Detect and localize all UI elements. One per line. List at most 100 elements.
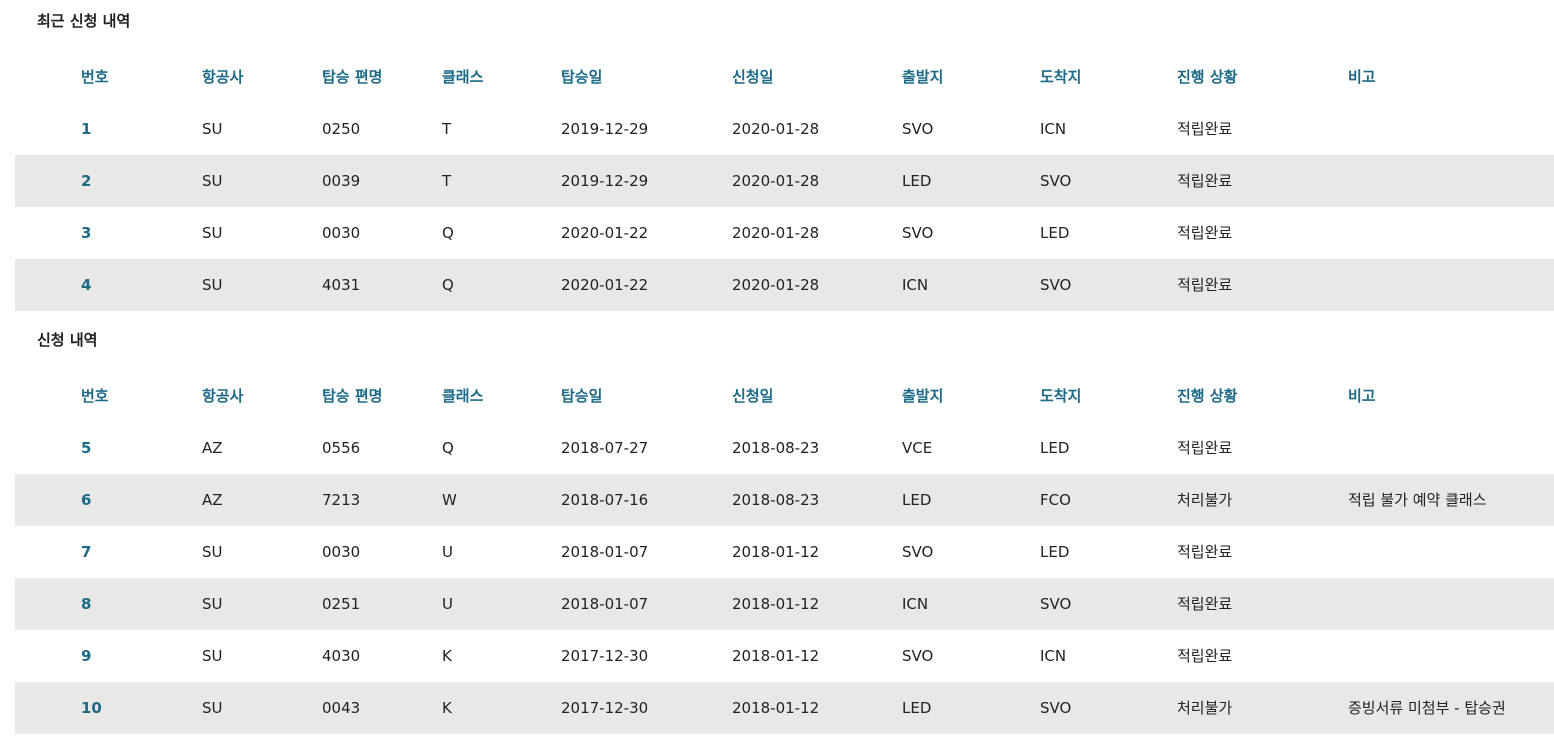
boarding-date-cell: 2017-12-30 bbox=[561, 699, 649, 717]
recent-section-title: 최근 신청 내역 bbox=[37, 12, 131, 30]
airline-cell: SU bbox=[202, 276, 223, 294]
origin-cell: ICN bbox=[902, 595, 929, 613]
request-date-cell: 2020-01-28 bbox=[732, 276, 820, 294]
flight-number-cell: 0250 bbox=[322, 120, 361, 138]
flight-number-cell: 0030 bbox=[322, 543, 361, 561]
destination-cell: SVO bbox=[1040, 172, 1072, 190]
booking-class-cell: Q bbox=[442, 224, 454, 242]
col-header-number: 번호 bbox=[81, 387, 109, 405]
airline-cell: AZ bbox=[202, 491, 223, 509]
flight-number-cell: 0030 bbox=[322, 224, 361, 242]
col-header-request-date: 신청일 bbox=[732, 68, 774, 86]
flight-number-cell: 0251 bbox=[322, 595, 361, 613]
status-cell: 적립완료 bbox=[1177, 543, 1233, 561]
booking-class-cell: U bbox=[442, 595, 453, 613]
table-row: 9 SU 4030 K 2017-12-30 2018-01-12 SVO ICN 적립완료 bbox=[15, 630, 1554, 682]
boarding-date-cell: 2019-12-29 bbox=[561, 120, 649, 138]
destination-cell: SVO bbox=[1040, 595, 1072, 613]
boarding-date-cell: 2018-07-27 bbox=[561, 439, 649, 457]
row-number[interactable]: 7 bbox=[81, 526, 91, 578]
boarding-date-cell: 2018-01-07 bbox=[561, 595, 649, 613]
col-header-airline: 항공사 bbox=[202, 387, 244, 405]
table-row: 10 SU 0043 K 2017-12-30 2018-01-12 LED SVO 처리불가 증… bbox=[15, 682, 1554, 734]
history-table: 번호 항공사 탑승 편명 클래스 탑승일 신청일 출발지 도착지 진행 상황 비… bbox=[15, 370, 1554, 734]
request-date-cell: 2018-08-23 bbox=[732, 439, 820, 457]
boarding-date-cell: 2020-01-22 bbox=[561, 224, 649, 242]
flight-number-cell: 0043 bbox=[322, 699, 361, 717]
status-cell: 처리불가 bbox=[1177, 491, 1233, 509]
recent-rows: 1 SU 0250 T 2019-12-29 2020-01-28 SVO ICN 적립완료 2 S… bbox=[15, 103, 1554, 311]
col-header-note: 비고 bbox=[1348, 387, 1376, 405]
booking-class-cell: Q bbox=[442, 276, 454, 294]
origin-cell: LED bbox=[902, 172, 932, 190]
row-number[interactable]: 10 bbox=[81, 682, 102, 734]
col-header-origin: 출발지 bbox=[902, 68, 944, 86]
booking-class-cell: U bbox=[442, 543, 453, 561]
airline-cell: SU bbox=[202, 699, 223, 717]
booking-class-cell: K bbox=[442, 647, 452, 665]
booking-class-cell: T bbox=[442, 120, 452, 138]
history-rows: 5 AZ 0556 Q 2018-07-27 2018-08-23 VCE LED 적립완료 6 A… bbox=[15, 422, 1554, 734]
status-cell: 적립완료 bbox=[1177, 172, 1233, 190]
row-number[interactable]: 1 bbox=[81, 103, 91, 155]
table-header-row: 번호 항공사 탑승 편명 클래스 탑승일 신청일 출발지 도착지 진행 상황 비… bbox=[15, 370, 1554, 422]
table-row: 2 SU 0039 T 2019-12-29 2020-01-28 LED SVO 적립완료 bbox=[15, 155, 1554, 207]
flight-number-cell: 4031 bbox=[322, 276, 361, 294]
request-date-cell: 2018-01-12 bbox=[732, 647, 820, 665]
status-cell: 적립완료 bbox=[1177, 276, 1233, 294]
row-number[interactable]: 2 bbox=[81, 155, 91, 207]
airline-cell: SU bbox=[202, 224, 223, 242]
recent-table: 번호 항공사 탑승 편명 클래스 탑승일 신청일 출발지 도착지 진행 상황 비… bbox=[15, 51, 1554, 311]
row-number[interactable]: 5 bbox=[81, 422, 91, 474]
boarding-date-cell: 2019-12-29 bbox=[561, 172, 649, 190]
col-header-boarding-date: 탑승일 bbox=[561, 68, 603, 86]
col-header-note: 비고 bbox=[1348, 68, 1376, 86]
destination-cell: SVO bbox=[1040, 276, 1072, 294]
destination-cell: ICN bbox=[1040, 647, 1067, 665]
col-header-boarding-date: 탑승일 bbox=[561, 387, 603, 405]
col-header-flight: 탑승 편명 bbox=[322, 68, 383, 86]
airline-cell: SU bbox=[202, 647, 223, 665]
request-date-cell: 2020-01-28 bbox=[732, 120, 820, 138]
airline-cell: SU bbox=[202, 543, 223, 561]
col-header-status: 진행 상황 bbox=[1177, 68, 1238, 86]
table-row: 5 AZ 0556 Q 2018-07-27 2018-08-23 VCE LED 적립완료 bbox=[15, 422, 1554, 474]
boarding-date-cell: 2020-01-22 bbox=[561, 276, 649, 294]
airline-cell: SU bbox=[202, 120, 223, 138]
destination-cell: ICN bbox=[1040, 120, 1067, 138]
boarding-date-cell: 2018-07-16 bbox=[561, 491, 649, 509]
history-section-title: 신청 내역 bbox=[37, 331, 98, 349]
origin-cell: SVO bbox=[902, 224, 934, 242]
booking-class-cell: Q bbox=[442, 439, 454, 457]
status-cell: 적립완료 bbox=[1177, 595, 1233, 613]
destination-cell: LED bbox=[1040, 224, 1070, 242]
booking-class-cell: K bbox=[442, 699, 452, 717]
row-number[interactable]: 8 bbox=[81, 578, 91, 630]
col-header-status: 진행 상황 bbox=[1177, 387, 1238, 405]
row-number[interactable]: 6 bbox=[81, 474, 91, 526]
row-number[interactable]: 4 bbox=[81, 259, 91, 311]
origin-cell: SVO bbox=[902, 543, 934, 561]
col-header-number: 번호 bbox=[81, 68, 109, 86]
origin-cell: ICN bbox=[902, 276, 929, 294]
booking-class-cell: T bbox=[442, 172, 452, 190]
col-header-destination: 도착지 bbox=[1040, 387, 1082, 405]
col-header-airline: 항공사 bbox=[202, 68, 244, 86]
origin-cell: VCE bbox=[902, 439, 933, 457]
destination-cell: FCO bbox=[1040, 491, 1071, 509]
origin-cell: LED bbox=[902, 491, 932, 509]
status-cell: 적립완료 bbox=[1177, 224, 1233, 242]
airline-cell: AZ bbox=[202, 439, 223, 457]
table-row: 6 AZ 7213 W 2018-07-16 2018-08-23 LED FCO 처리불가 적립… bbox=[15, 474, 1554, 526]
status-cell: 적립완료 bbox=[1177, 120, 1233, 138]
col-header-class: 클래스 bbox=[442, 387, 484, 405]
table-row: 7 SU 0030 U 2018-01-07 2018-01-12 SVO LED 적립완료 bbox=[15, 526, 1554, 578]
request-date-cell: 2020-01-28 bbox=[732, 172, 820, 190]
row-number[interactable]: 9 bbox=[81, 630, 91, 682]
boarding-date-cell: 2017-12-30 bbox=[561, 647, 649, 665]
row-number[interactable]: 3 bbox=[81, 207, 91, 259]
flight-number-cell: 0556 bbox=[322, 439, 361, 457]
destination-cell: LED bbox=[1040, 543, 1070, 561]
request-date-cell: 2018-01-12 bbox=[732, 543, 820, 561]
table-row: 3 SU 0030 Q 2020-01-22 2020-01-28 SVO LED 적립완료 bbox=[15, 207, 1554, 259]
